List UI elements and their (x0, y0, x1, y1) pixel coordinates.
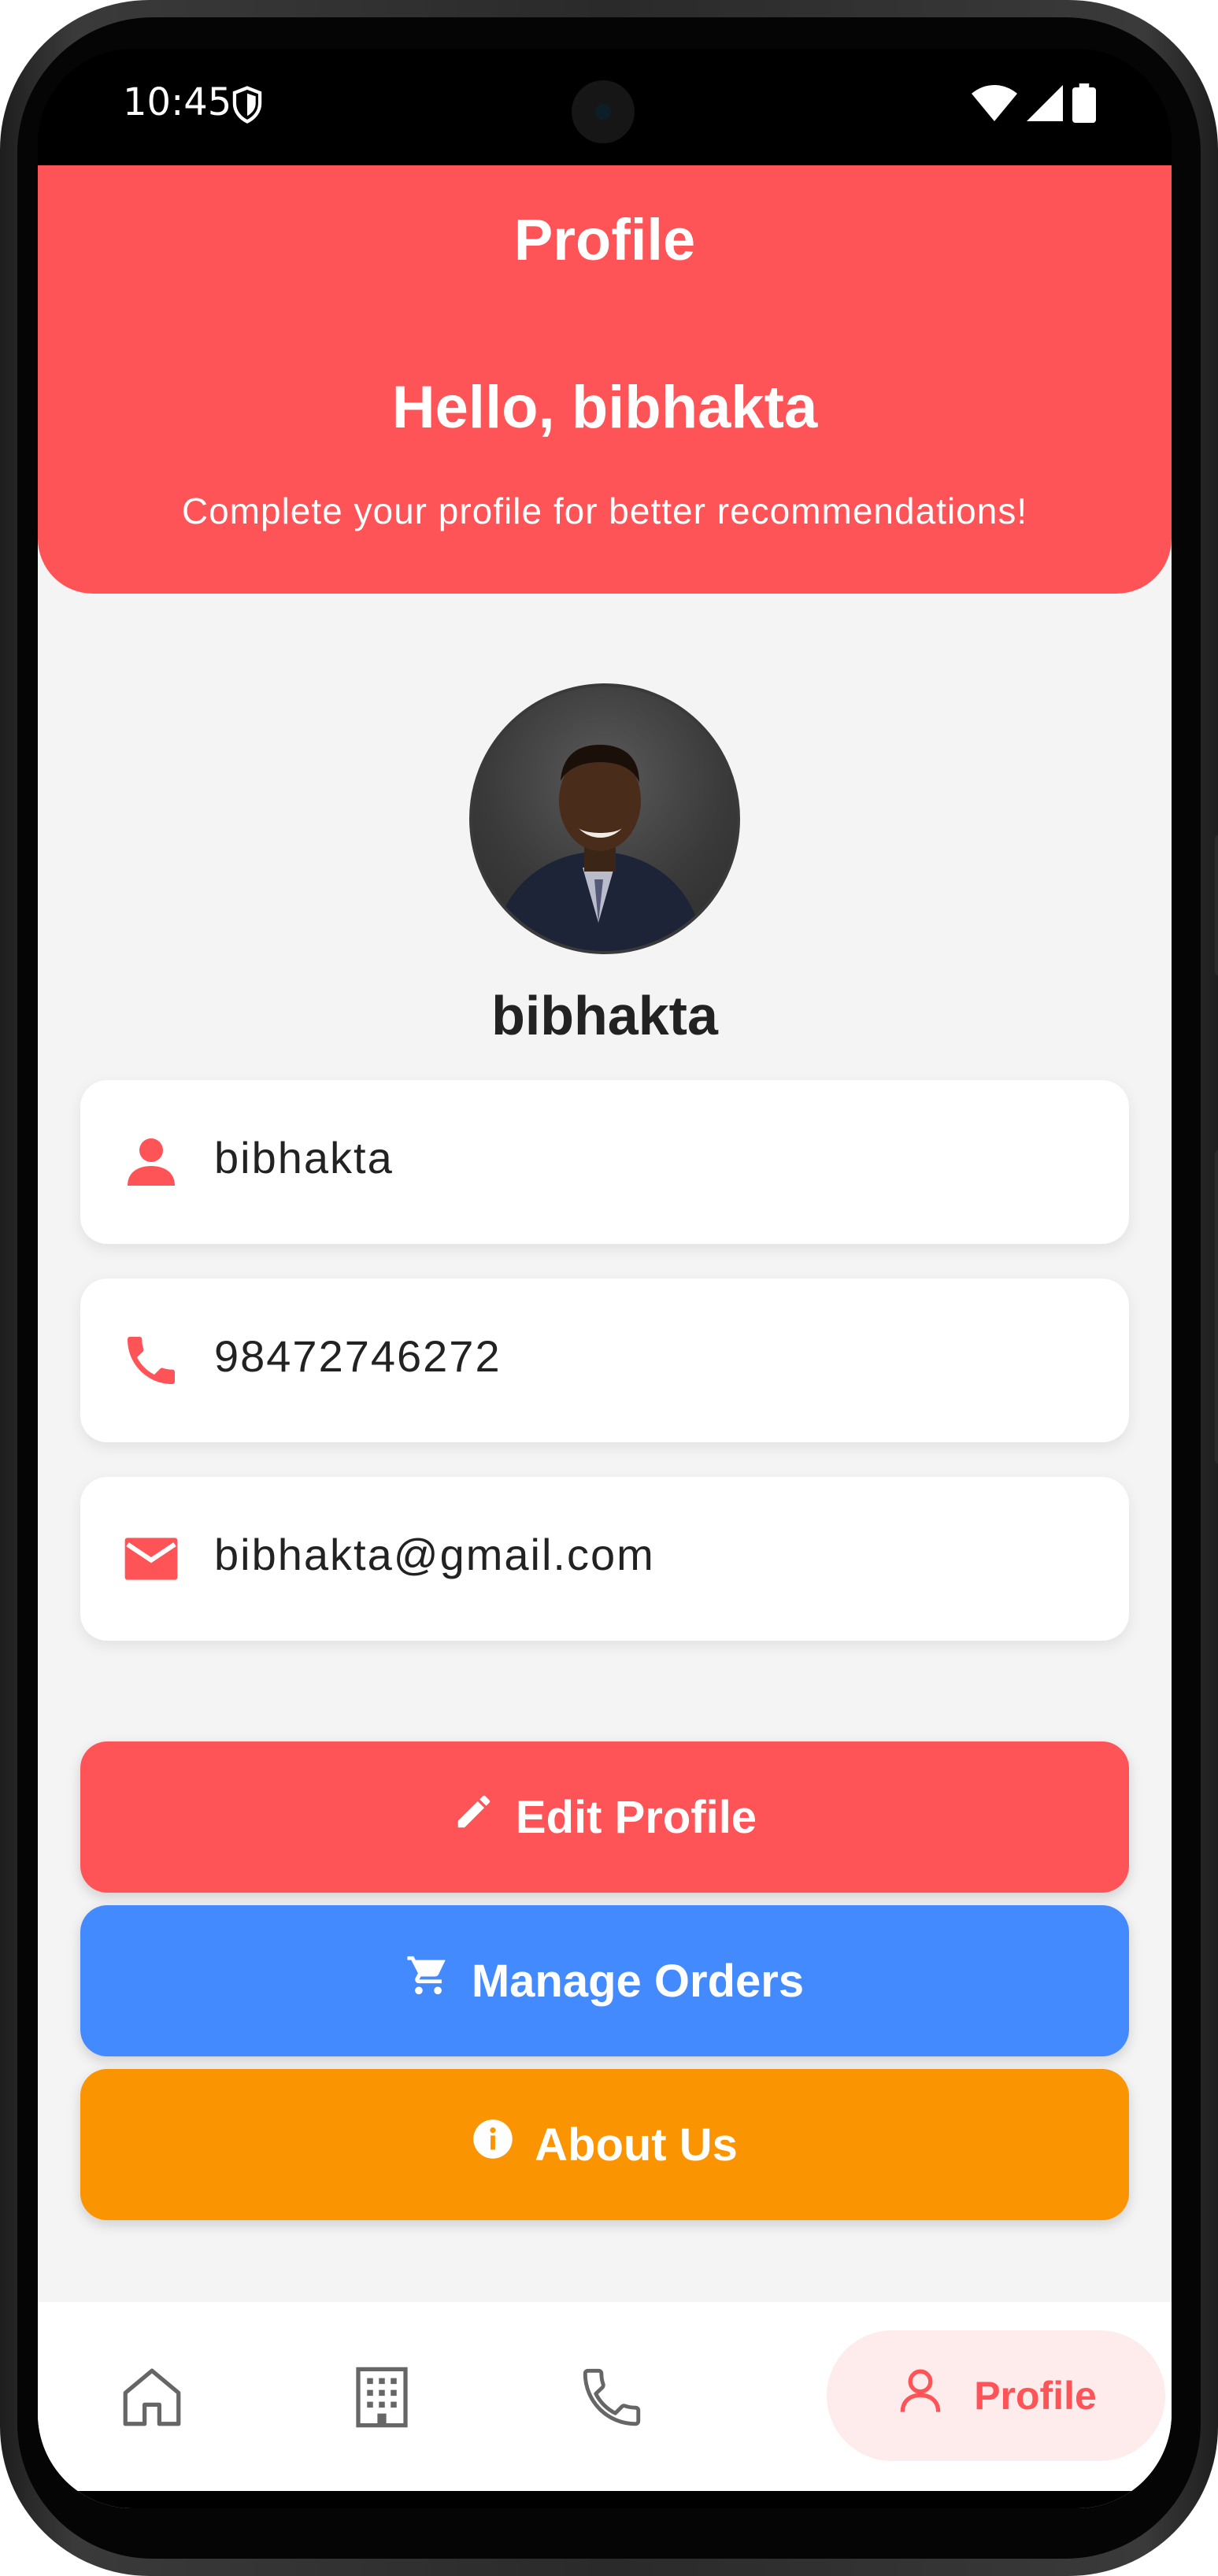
profile-photo (496, 745, 701, 951)
phone-icon[interactable] (576, 2362, 647, 2433)
power-button (1215, 1149, 1218, 1464)
status-time: 10:45 (123, 80, 232, 124)
bottom-navigation: Profile (38, 2302, 1172, 2491)
email-card: bibhakta@gmail.com (80, 1477, 1129, 1641)
phone-icon (120, 1329, 183, 1392)
screen: 10:45 Profile Hello, bibhakta Complete y… (38, 49, 1172, 2508)
home-icon[interactable] (117, 2362, 187, 2433)
profile-hint-text: Complete your profile for better recomme… (181, 490, 1028, 531)
front-camera (572, 80, 635, 143)
volume-button (1215, 835, 1218, 976)
wifi-icon (972, 85, 1017, 125)
profile-screen: Profile Hello, bibhakta Complete your pr… (38, 165, 1172, 2508)
greeting-text: Hello, bibhakta (391, 374, 818, 441)
manage-orders-button[interactable]: Manage Orders (80, 1905, 1129, 2056)
gesture-bar (38, 2491, 1172, 2508)
profile-header: Profile Hello, bibhakta Complete your pr… (38, 165, 1172, 594)
cart-icon (405, 1952, 451, 2009)
phone-card: 98472746272 (80, 1279, 1129, 1442)
phone-frame: 10:45 Profile Hello, bibhakta Complete y… (0, 0, 1218, 2576)
username-value: bibhakta (214, 1133, 394, 1183)
person-icon (895, 2366, 946, 2426)
manage-orders-label: Manage Orders (471, 1955, 805, 2007)
building-icon[interactable] (346, 2362, 417, 2433)
email-icon (120, 1527, 183, 1590)
person-icon (120, 1131, 183, 1194)
pencil-icon (453, 1790, 495, 1844)
info-icon (472, 2118, 514, 2171)
signal-icon (1027, 85, 1063, 125)
edit-profile-button[interactable]: Edit Profile (80, 1741, 1129, 1893)
edit-profile-label: Edit Profile (515, 1791, 757, 1843)
nav-profile-label: Profile (974, 2374, 1097, 2418)
page-title: Profile (513, 207, 696, 272)
email-value: bibhakta@gmail.com (214, 1530, 655, 1579)
about-us-label: About Us (535, 2119, 738, 2171)
status-icons (972, 83, 1096, 127)
about-us-button[interactable]: About Us (80, 2069, 1129, 2220)
shield-icon (230, 85, 265, 128)
nav-item-profile[interactable]: Profile (827, 2330, 1165, 2461)
battery-icon (1072, 83, 1096, 127)
profile-username: bibhakta (491, 985, 718, 1046)
username-card: bibhakta (80, 1080, 1129, 1244)
phone-value: 98472746272 (214, 1331, 502, 1381)
status-bar: 10:45 (38, 49, 1172, 165)
avatar[interactable] (469, 683, 740, 954)
